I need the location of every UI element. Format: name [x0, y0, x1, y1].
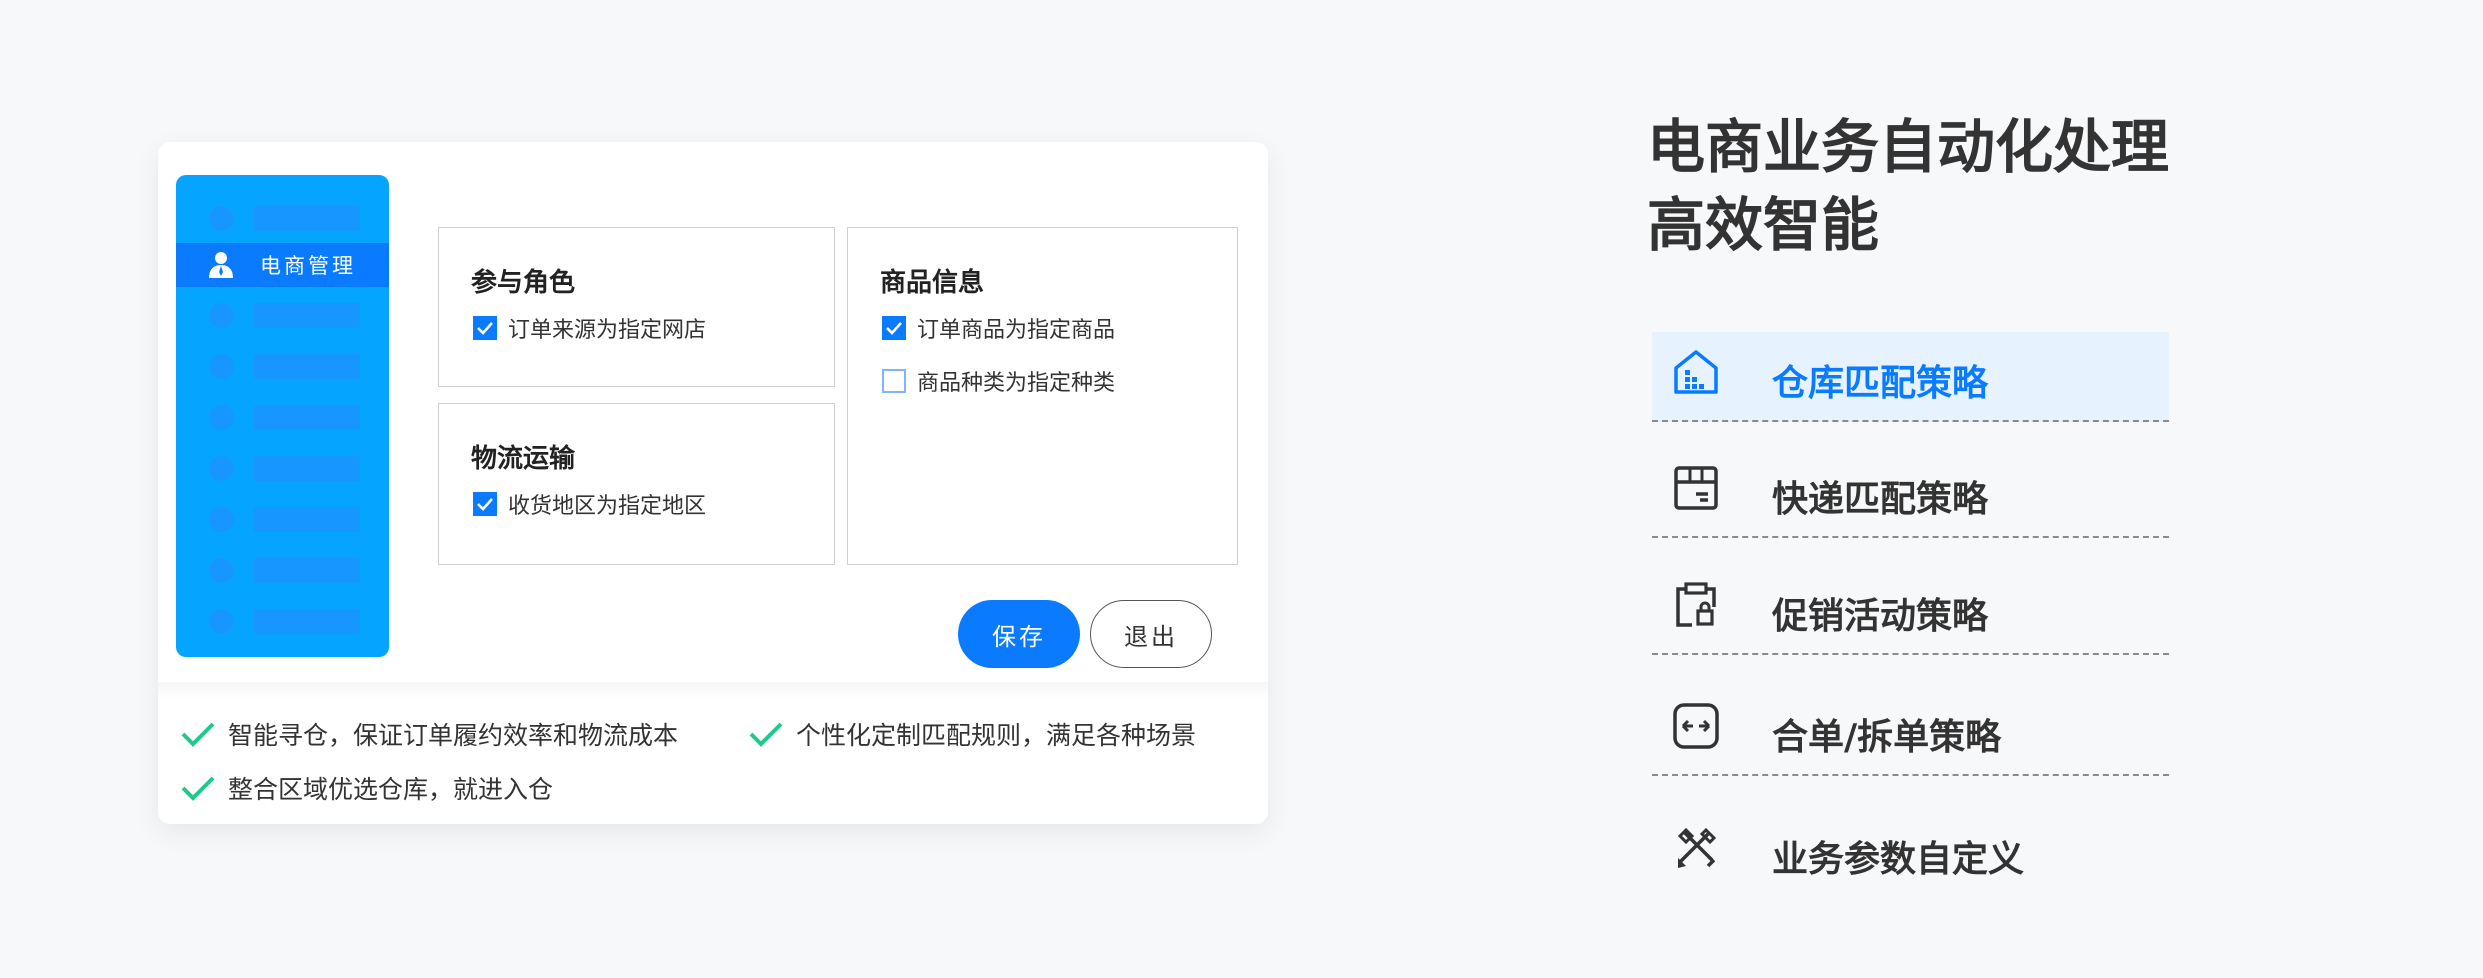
option-label: 商品种类为指定种类	[917, 371, 1116, 396]
panel-title: 参与角色	[471, 268, 576, 298]
feature-item: 整合区域优选仓库，就进入仓	[180, 770, 553, 806]
divider	[158, 682, 1268, 700]
headline: 电商业务自动化处理 高效智能	[1647, 108, 2169, 264]
strategy-label: 促销活动策略	[1772, 596, 1989, 637]
sidebar-placeholder-row[interactable]	[176, 550, 389, 590]
app-preview-card: 电商管理 参与角色 订单来源为指定网店 物流运输 收货地区为指定地区 商品信息	[158, 142, 1268, 824]
product-option-goods[interactable]: 订单商品为指定商品	[882, 312, 1115, 344]
check-icon	[749, 722, 783, 747]
warehouse-icon	[1674, 350, 1718, 394]
sidebar-item-ecommerce[interactable]: 电商管理	[176, 243, 389, 287]
strategy-promotion[interactable]: 促销活动策略	[1652, 565, 2169, 655]
check-icon	[181, 722, 215, 747]
sidebar: 电商管理	[176, 175, 389, 657]
role-option-shop[interactable]: 订单来源为指定网店	[473, 312, 706, 344]
strategy-warehouse[interactable]: 仓库匹配策略	[1652, 332, 2169, 422]
sidebar-placeholder-row[interactable]	[176, 198, 389, 238]
sidebar-placeholder-row[interactable]	[176, 346, 389, 386]
headline-line2: 高效智能	[1647, 191, 1880, 259]
strategy-label: 业务参数自定义	[1772, 839, 2025, 880]
feature-item: 智能寻仓，保证订单履约效率和物流成本	[180, 716, 678, 752]
logistics-panel: 物流运输 收货地区为指定地区	[438, 403, 835, 565]
clipboard-lock-icon	[1676, 582, 1716, 627]
panel-title: 商品信息	[880, 268, 985, 298]
strategy-express[interactable]: 快递匹配策略	[1652, 448, 2169, 538]
checkbox-checked[interactable]	[473, 316, 497, 340]
sidebar-placeholder-row[interactable]	[176, 499, 389, 539]
sidebar-placeholder-row[interactable]	[176, 448, 389, 488]
sidebar-placeholder-row[interactable]	[176, 295, 389, 335]
user-icon	[209, 252, 233, 278]
sidebar-placeholder-row[interactable]	[176, 601, 389, 641]
logistics-option-region[interactable]: 收货地区为指定地区	[473, 488, 706, 520]
option-label: 订单商品为指定商品	[917, 318, 1116, 343]
exit-button[interactable]: 退出	[1090, 600, 1212, 668]
option-label: 收货地区为指定地区	[508, 494, 707, 519]
tools-icon	[1677, 827, 1717, 868]
role-panel: 参与角色 订单来源为指定网店	[438, 227, 835, 387]
product-option-category[interactable]: 商品种类为指定种类	[882, 365, 1115, 397]
panel-title: 物流运输	[471, 444, 576, 474]
option-label: 订单来源为指定网店	[508, 318, 707, 343]
check-icon	[181, 776, 215, 801]
feature-item: 个性化定制匹配规则，满足各种场景	[748, 716, 1196, 752]
headline-line1: 电商业务自动化处理	[1647, 113, 2170, 181]
strategy-custom-params[interactable]: 业务参数自定义	[1652, 808, 2169, 898]
product-panel: 商品信息 订单商品为指定商品 商品种类为指定种类	[847, 227, 1238, 565]
package-icon	[1674, 466, 1718, 510]
strategy-merge-split[interactable]: 合单/拆单策略	[1652, 686, 2169, 776]
checkbox-checked[interactable]	[473, 492, 497, 516]
strategy-label: 合单/拆单策略	[1772, 717, 2002, 758]
save-button[interactable]: 保存	[958, 600, 1080, 668]
strategy-label: 仓库匹配策略	[1772, 363, 1989, 404]
strategy-label: 快递匹配策略	[1772, 479, 1989, 520]
checkbox-checked[interactable]	[882, 316, 906, 340]
sidebar-item-label: 电商管理	[260, 254, 356, 278]
merge-split-icon	[1673, 703, 1719, 749]
checkbox-unchecked[interactable]	[882, 369, 906, 393]
sidebar-placeholder-row[interactable]	[176, 397, 389, 437]
